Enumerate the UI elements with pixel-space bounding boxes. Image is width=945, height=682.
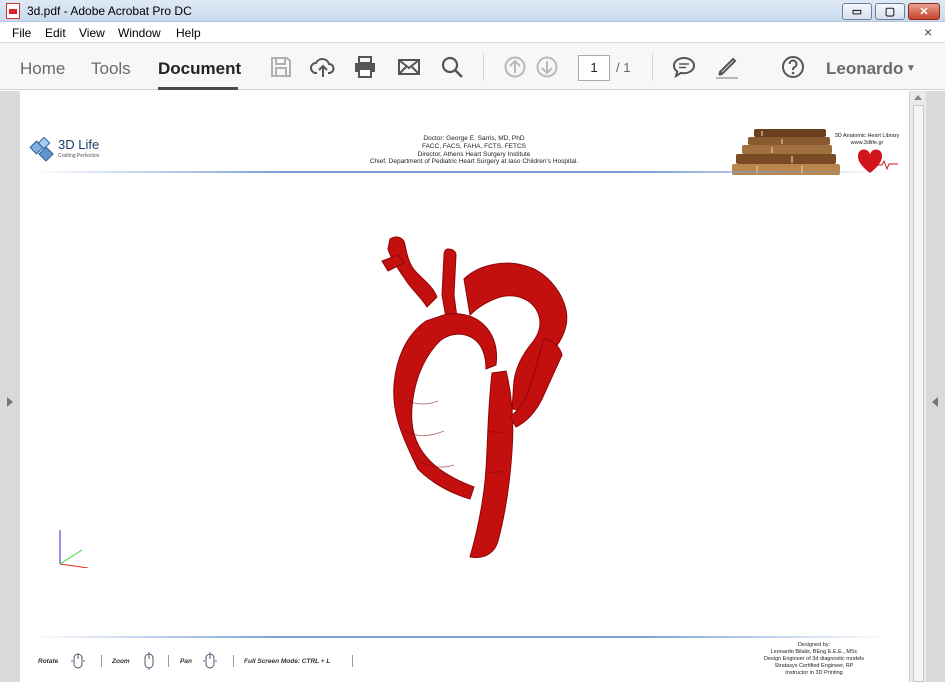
mouse-rotate-icon: [71, 653, 85, 669]
toolbar-separator: [652, 53, 653, 81]
chevron-down-icon[interactable]: ▼: [906, 63, 916, 74]
page-up-icon[interactable]: [502, 54, 528, 80]
scroll-up-icon[interactable]: [914, 95, 922, 100]
help-icon[interactable]: [780, 54, 806, 80]
doctor-credits: Doctor: George E. Sarris, MD, PhD FACC, …: [340, 135, 608, 166]
close-window-button[interactable]: ✕: [908, 3, 940, 20]
mouse-zoom-icon: [144, 652, 154, 670]
toolbar: Home Tools Document 1 / 1 Leonardo ▼: [0, 43, 945, 90]
designer-line: Leonardo Bilalis, BEng E.E.E., MSc: [770, 649, 858, 655]
pdf-page[interactable]: 3D Life Crafting Perfection Doctor: Geor…: [20, 91, 909, 682]
logo-tagline: Crafting Perfection: [58, 153, 100, 159]
books-image: [732, 127, 840, 175]
left-panel-toggle[interactable]: [0, 91, 20, 682]
designer-line: Stratasys Certified Engineer, RP: [774, 663, 854, 669]
hint-separator: [168, 655, 169, 667]
header-divider: [30, 171, 890, 173]
search-icon[interactable]: [439, 54, 465, 80]
rotate-hint: Rotate: [38, 658, 59, 665]
library-line: 3D Anatomic Heart Library: [834, 133, 900, 139]
hint-separator: [233, 655, 234, 667]
tab-tools[interactable]: Tools: [91, 59, 131, 79]
library-line: www.3dlife.gr: [850, 140, 884, 146]
menu-help[interactable]: Help: [176, 26, 201, 40]
menu-view[interactable]: View: [79, 26, 105, 40]
print-icon[interactable]: [352, 54, 378, 80]
hint-separator: [101, 655, 102, 667]
maximize-icon: ▢: [884, 6, 896, 18]
acrobat-window: 3d.pdf - Adobe Acrobat Pro DC ▭ ▢ ✕ File…: [0, 0, 945, 682]
library-credits: 3D Anatomic Heart Library www.3dlife.gr: [826, 133, 908, 147]
page-total: / 1: [616, 60, 631, 75]
toolbar-separator: [483, 53, 484, 81]
hint-separator: [352, 655, 353, 667]
doctor-line: Chief, Department of Pediatric Heart Sur…: [369, 158, 579, 166]
mouse-pan-icon: [203, 652, 217, 669]
highlight-pen-icon[interactable]: [714, 54, 740, 80]
3d-heart-vessel-model[interactable]: [368, 231, 608, 561]
doctor-line: Director, Athens Heart Surgery Institute: [417, 150, 531, 158]
expand-left-panel-icon: [7, 397, 13, 407]
document-viewer: 3D Life Crafting Perfection Doctor: Geor…: [0, 91, 945, 682]
doctor-line: Doctor: George E. Sarris, MD, PhD: [423, 135, 525, 142]
3d-axes-orientation-icon: [59, 530, 89, 568]
designer-line: Instructor in 3D Printing: [785, 670, 843, 676]
pdf-file-icon: [6, 3, 20, 19]
scrollbar-thumb[interactable]: [913, 105, 924, 682]
email-icon[interactable]: [396, 54, 422, 80]
zoom-hint: Zoom: [112, 658, 130, 665]
expand-right-panel-icon: [932, 397, 938, 407]
minimize-icon: ▭: [851, 6, 863, 18]
doctor-line: FACC, FACS, FAHA, FCTS, FETCS: [421, 142, 526, 150]
menu-window[interactable]: Window: [118, 26, 161, 40]
close-document-icon[interactable]: ×: [924, 24, 932, 40]
3d-life-logo-icon: [29, 137, 54, 162]
designer-line: Design Engineer of 3d diagnostic models: [764, 656, 864, 662]
menu-file[interactable]: File: [12, 26, 31, 40]
designer-credits: Designed by: Leonardo Bilalis, BEng E.E.…: [754, 642, 874, 677]
full-screen-hint: Full Screen Mode: CTRL + L: [244, 658, 331, 665]
tab-document[interactable]: Document: [158, 59, 241, 79]
comment-icon[interactable]: [671, 54, 697, 80]
user-account-menu[interactable]: Leonardo: [826, 59, 903, 79]
window-title: 3d.pdf - Adobe Acrobat Pro DC: [27, 4, 192, 18]
page-down-icon[interactable]: [534, 54, 560, 80]
designer-line: Designed by:: [797, 642, 831, 648]
close-icon: ✕: [919, 6, 929, 18]
menu-bar: File Edit View Window Help ×: [0, 22, 945, 43]
minimize-button[interactable]: ▭: [842, 3, 872, 20]
save-icon[interactable]: [268, 54, 294, 80]
logo-name: 3D Life: [58, 137, 100, 152]
active-tab-indicator: [158, 87, 238, 90]
tab-home[interactable]: Home: [20, 59, 65, 79]
vertical-scrollbar[interactable]: [909, 91, 926, 682]
right-panel-toggle[interactable]: [926, 91, 945, 682]
upload-cloud-icon[interactable]: [310, 54, 336, 80]
menu-edit[interactable]: Edit: [45, 26, 66, 40]
title-bar: 3d.pdf - Adobe Acrobat Pro DC ▭ ▢ ✕: [0, 0, 945, 22]
page-number-input[interactable]: 1: [578, 55, 610, 81]
pan-hint: Pan: [180, 658, 192, 665]
footer-divider: [30, 636, 890, 638]
maximize-button[interactable]: ▢: [875, 3, 905, 20]
